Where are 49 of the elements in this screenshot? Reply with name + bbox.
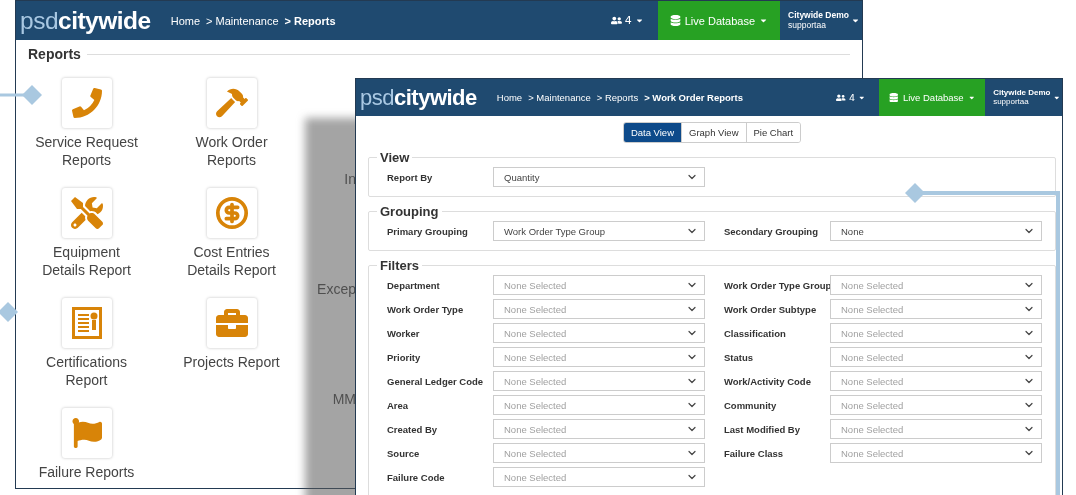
field-label: General Ledger Code: [387, 375, 485, 387]
view-tab[interactable]: Data View: [623, 123, 682, 142]
field-label: Community: [723, 399, 778, 411]
field-label: Area: [387, 399, 410, 411]
report-link[interactable]: Certifications Report: [30, 353, 143, 389]
report-link[interactable]: Service Request Reports: [30, 133, 143, 169]
field-label: Failure Class: [723, 447, 785, 459]
users-button[interactable]: 4: [596, 1, 658, 40]
dropdown-field[interactable]: None: [830, 221, 1042, 241]
dropdown-field[interactable]: Work Order Type Group: [493, 221, 705, 241]
section-title: View: [379, 150, 411, 165]
users-button[interactable]: 4: [822, 79, 880, 116]
field-label: Secondary Grouping: [723, 225, 819, 237]
report-link[interactable]: Failure Reports: [30, 463, 143, 481]
section-title: Reports: [28, 46, 81, 62]
field-label: Last Modified By: [723, 423, 801, 435]
field-label: Priority: [387, 351, 422, 363]
breadcrumb-link[interactable]: Home: [496, 92, 523, 103]
report-link[interactable]: Equipment Details Report: [30, 243, 143, 279]
section-title: Grouping: [379, 204, 440, 219]
logo: psdcitywide: [359, 83, 478, 112]
field-label: Created By: [387, 423, 439, 435]
field-label: Status: [723, 351, 755, 363]
breadcrumb-link[interactable]: Home: [170, 14, 201, 27]
field-label: Worker: [387, 327, 421, 339]
field-label: Work Order Subtype: [723, 303, 818, 315]
field-label: Work/Activity Code: [723, 375, 812, 387]
user-menu[interactable]: Citywide Demo supportaa: [780, 1, 862, 40]
field-label: Classification: [723, 327, 787, 339]
field-label: Work Order Type Group: [723, 279, 830, 291]
dropdown-field[interactable]: Quantity: [493, 167, 705, 187]
breadcrumb-link[interactable]: > Work Order Reports: [644, 92, 743, 103]
report-link[interactable]: Projects Report: [175, 353, 288, 371]
field-label: Primary Grouping: [387, 225, 469, 237]
breadcrumb-link[interactable]: > Reports: [596, 92, 639, 103]
section-title: Filters: [379, 258, 420, 273]
report-link[interactable]: Cost Entries Details Report: [175, 243, 288, 279]
field-label: Department: [387, 279, 441, 291]
user-menu[interactable]: Citywide Demo supportaa: [985, 79, 1062, 116]
view-tab[interactable]: Pie Chart: [745, 123, 801, 142]
breadcrumb-link[interactable]: > Maintenance: [528, 92, 591, 103]
field-label: Source: [387, 447, 421, 459]
field-label: Work Order Type: [387, 303, 465, 315]
breadcrumb-link[interactable]: > Reports: [284, 14, 336, 27]
breadcrumb-link[interactable]: > Maintenance: [206, 14, 279, 27]
logo: psdcitywide: [19, 5, 152, 36]
field-label: Failure Code: [387, 471, 446, 483]
field-label: Report By: [387, 171, 434, 183]
report-link[interactable]: Work Order Reports: [175, 133, 288, 169]
